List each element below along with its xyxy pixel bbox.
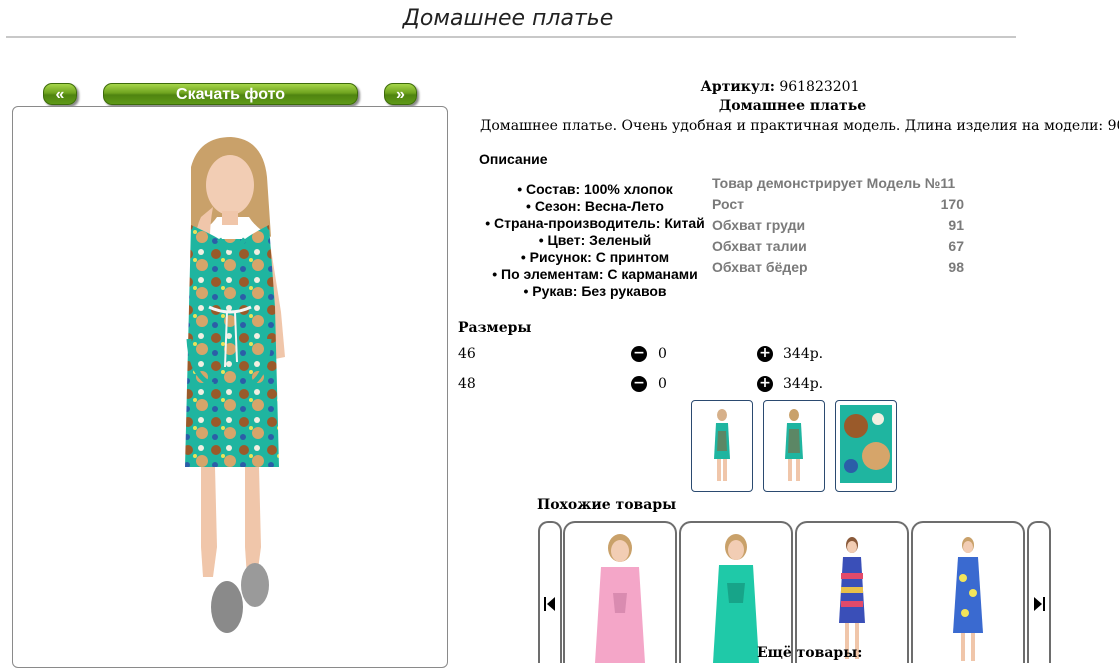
model-row-value: 91	[948, 217, 964, 233]
model-title: Товар демонстрирует Модель №11	[712, 175, 956, 191]
thumbnail-image	[714, 409, 730, 481]
model-in-dress-image	[185, 137, 285, 633]
article-value: 961823201	[779, 79, 860, 95]
price-value: 344р.	[783, 346, 824, 362]
similar-item-image	[953, 537, 983, 661]
thumbnail-image	[785, 409, 803, 481]
similar-prev-button[interactable]	[538, 521, 562, 663]
thumbnail-back[interactable]	[763, 400, 825, 492]
prev-photo-button[interactable]: «	[43, 83, 77, 105]
thumbnail-fabric-closeup[interactable]	[835, 400, 897, 492]
model-row-label: Обхват бёдер	[712, 259, 808, 275]
skip-back-icon	[544, 597, 555, 611]
page-title: Домашнее платье	[402, 6, 614, 31]
similar-item-image	[839, 537, 865, 659]
next-photo-button[interactable]: »	[384, 83, 417, 105]
similar-item[interactable]	[911, 521, 1025, 663]
description-item: • По элементам: С карманами	[492, 266, 698, 282]
similar-item-image	[713, 534, 759, 663]
description-item: • Цвет: Зеленый	[538, 232, 652, 248]
description-list: • Состав: 100% хлопок • Сезон: Весна-Лет…	[470, 181, 720, 300]
plus-circle-icon[interactable]: +	[757, 376, 773, 392]
similar-item[interactable]	[563, 521, 677, 663]
size-label: 48	[458, 376, 476, 392]
product-name: Домашнее платье	[718, 98, 867, 114]
quantity-value: 0	[658, 346, 667, 362]
minus-circle-icon[interactable]: −	[631, 376, 647, 392]
model-row-value: 170	[940, 196, 964, 212]
download-photo-button[interactable]: Скачать фото	[103, 83, 358, 105]
model-row-value: 67	[948, 238, 964, 254]
article-label: Артикул:	[700, 79, 775, 95]
model-row-value: 98	[948, 259, 964, 275]
thumbnail-image	[840, 405, 892, 483]
similar-item-image	[595, 534, 645, 663]
plus-circle-icon[interactable]: +	[757, 346, 773, 362]
model-row-hips: Обхват бёдер 98	[712, 259, 964, 280]
description-item: • Рисунок: С принтом	[520, 249, 670, 265]
size-label: 46	[458, 346, 476, 362]
main-photo-frame	[12, 106, 448, 668]
sizes-heading: Размеры	[458, 320, 532, 336]
minus-circle-icon[interactable]: −	[631, 346, 647, 362]
price-value: 344р.	[783, 376, 824, 392]
description-item: • Рукав: Без рукавов	[523, 283, 667, 299]
similar-next-button[interactable]	[1027, 521, 1051, 663]
model-row-waist: Обхват талии 67	[712, 238, 964, 259]
description-item: • Страна-производитель: Китай	[485, 215, 705, 231]
model-measurements: Товар демонстрирует Модель №11 Рост 170 …	[712, 175, 964, 285]
skip-forward-icon	[1034, 597, 1045, 611]
description-item: • Сезон: Весна-Лето	[526, 198, 664, 214]
thumbnail-front[interactable]	[691, 400, 753, 492]
model-row-label: Обхват талии	[712, 238, 807, 254]
main-product-photo[interactable]	[41, 107, 419, 667]
model-row-label: Обхват груди	[712, 217, 806, 233]
title-divider	[6, 36, 1016, 38]
quantity-value: 0	[658, 376, 667, 392]
similar-item[interactable]	[679, 521, 793, 663]
description-item: • Состав: 100% хлопок	[517, 181, 673, 197]
description-heading: Описание	[479, 151, 548, 167]
model-row-bust: Обхват груди 91	[712, 217, 964, 238]
model-row-label: Рост	[712, 196, 744, 212]
similar-heading: Похожие товары	[537, 497, 677, 513]
product-summary: Домашнее платье. Очень удобная и практич…	[480, 118, 1119, 134]
article-line: Артикул: 961823201	[460, 79, 1100, 95]
model-row-height: Рост 170	[712, 196, 964, 217]
similar-item[interactable]	[795, 521, 909, 663]
